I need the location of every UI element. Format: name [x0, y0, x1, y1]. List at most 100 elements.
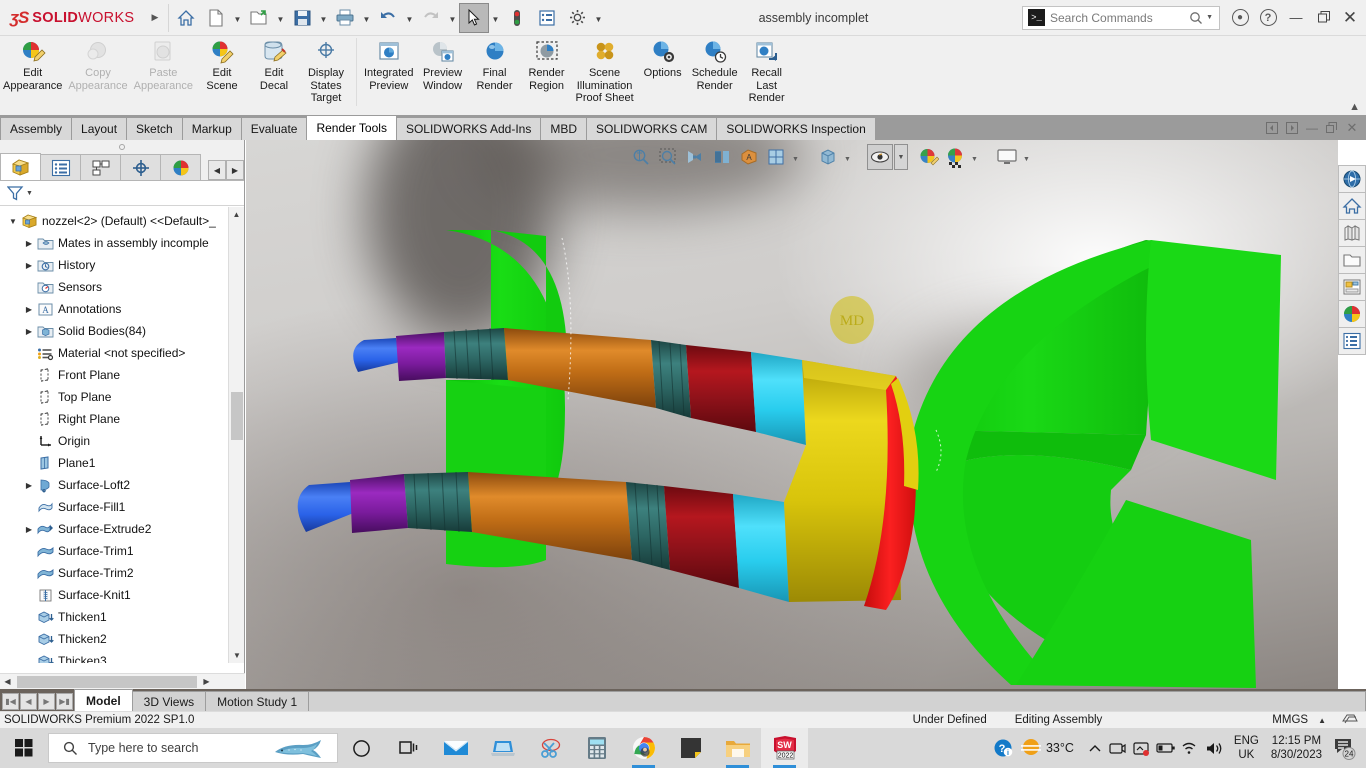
tree-expand-arrow-icon[interactable]: ▶: [22, 239, 36, 248]
ribbon-copy-appearance[interactable]: Copy Appearance: [65, 36, 130, 92]
nozzle-assembly-model[interactable]: MD: [246, 140, 1338, 689]
select-arrow-icon[interactable]: [459, 2, 489, 33]
ribbon-integrated-preview[interactable]: Integrated Preview: [361, 36, 417, 92]
sticky-notes-icon[interactable]: [667, 728, 714, 768]
feature-tree-row[interactable]: Top Plane: [0, 386, 228, 408]
zoom-to-fit-icon[interactable]: [628, 144, 654, 170]
new-document-caret-icon[interactable]: ▼: [231, 3, 244, 33]
overlay-icon[interactable]: [1342, 712, 1358, 729]
ribbon-paste-appearance[interactable]: Paste Appearance: [131, 36, 196, 92]
apply-scene-caret-icon[interactable]: ▼: [969, 144, 980, 170]
tab-dimxpert-manager[interactable]: [120, 154, 161, 180]
tree-hscroll-thumb[interactable]: [17, 675, 197, 688]
hide-show-eye-icon[interactable]: [867, 144, 893, 170]
monitor-caret-icon[interactable]: ▼: [1021, 144, 1032, 170]
tab-solidworks-inspection[interactable]: SOLIDWORKS Inspection: [716, 117, 876, 140]
tab-feature-manager[interactable]: [0, 153, 41, 180]
zoom-to-area-icon[interactable]: [655, 144, 681, 170]
scroll-left-arrow-icon[interactable]: ◀: [0, 677, 15, 686]
solidworks-logo[interactable]: ʒS SOLID WORKS: [0, 0, 144, 36]
save-icon[interactable]: [287, 3, 317, 33]
section-view-icon[interactable]: [709, 144, 735, 170]
help-icon[interactable]: ?: [1254, 0, 1282, 36]
tab-render-tools[interactable]: Render Tools: [306, 115, 397, 140]
feature-tree-row[interactable]: Surface-Knit1: [0, 584, 228, 606]
camera-icon[interactable]: [1106, 728, 1130, 768]
task-view-icon[interactable]: [385, 728, 432, 768]
ribbon-display-states-target[interactable]: Display States Target: [300, 36, 352, 105]
next-doc-icon[interactable]: [1282, 117, 1302, 139]
panel-tab-scroll-right[interactable]: ▶: [226, 160, 244, 180]
account-icon[interactable]: ●: [1226, 0, 1254, 36]
action-center-icon[interactable]: 24: [1328, 728, 1362, 768]
feature-tree-row[interactable]: ▶ Surface-Extrude2: [0, 518, 228, 540]
monitor-icon[interactable]: [994, 144, 1020, 170]
open-document-caret-icon[interactable]: ▼: [274, 3, 287, 33]
tab-property-manager[interactable]: [40, 154, 81, 180]
tree-collapse-arrow-icon[interactable]: ▼: [6, 217, 20, 226]
new-document-icon[interactable]: [201, 3, 231, 33]
folder-icon[interactable]: [714, 728, 761, 768]
tab-solidworks-cam[interactable]: SOLIDWORKS CAM: [586, 117, 718, 140]
last-icon[interactable]: ▶▮: [56, 692, 73, 710]
solidworks-2022-icon[interactable]: SW 2022: [761, 728, 808, 768]
doc-restore-icon[interactable]: [1322, 117, 1342, 139]
panel-tab-scroll-left[interactable]: ◀: [208, 160, 226, 180]
feature-tree-row[interactable]: Surface-Trim1: [0, 540, 228, 562]
ribbon-final-render[interactable]: Final Render: [469, 36, 521, 92]
feature-tree-row[interactable]: ▶ A Annotations: [0, 298, 228, 320]
units-caret-icon[interactable]: ▲: [1318, 716, 1326, 725]
search-commands-box[interactable]: >_ Search Commands ▼: [1022, 5, 1220, 30]
menu-expand-arrow-icon[interactable]: ▶: [144, 0, 166, 36]
scroll-down-arrow-icon[interactable]: ▼: [229, 648, 245, 663]
search-magnifier-icon[interactable]: [1189, 11, 1203, 25]
tree-expand-arrow-icon[interactable]: ▶: [22, 481, 36, 490]
view-setting-cube-icon[interactable]: [815, 144, 841, 170]
status-units[interactable]: MMGS: [1272, 714, 1308, 726]
custom-properties-icon[interactable]: [1338, 327, 1366, 355]
remote-desktop-icon[interactable]: [479, 728, 526, 768]
apply-scene-icon[interactable]: [942, 144, 968, 170]
tree-vertical-scrollbar[interactable]: ▲ ▼: [228, 207, 244, 663]
chrome-icon[interactable]: [620, 728, 667, 768]
tab-configuration-manager[interactable]: [80, 154, 121, 180]
first-icon[interactable]: ▮◀: [2, 692, 19, 710]
previous-icon[interactable]: ◀: [20, 692, 37, 710]
save-caret-icon[interactable]: ▼: [317, 3, 330, 33]
feature-tree-row[interactable]: ▶ Mates in assembly incomple: [0, 232, 228, 254]
print-icon[interactable]: [330, 3, 360, 33]
previous-doc-icon[interactable]: [1262, 117, 1282, 139]
doc-minimize-icon[interactable]: —: [1302, 117, 1322, 139]
ribbon-edit-decal[interactable]: Edit Decal: [248, 36, 300, 92]
feature-tree-row[interactable]: Right Plane: [0, 408, 228, 430]
tab-display-manager[interactable]: [160, 154, 201, 180]
view-palette-icon[interactable]: [1338, 273, 1366, 301]
tab-markup[interactable]: Markup: [181, 117, 242, 140]
graphics-viewport[interactable]: MD A ▼ ▼ ▼ ▼ ▼: [246, 140, 1338, 689]
search-caret-icon[interactable]: ▼: [1206, 14, 1213, 21]
display-manager-icon[interactable]: [532, 3, 562, 33]
open-document-icon[interactable]: [244, 3, 274, 33]
redo-caret-icon[interactable]: ▼: [446, 3, 459, 33]
feature-tree-row[interactable]: Thicken2: [0, 628, 228, 650]
cortana-circle-icon[interactable]: [338, 728, 385, 768]
tree-expand-arrow-icon[interactable]: ▶: [22, 525, 36, 534]
tab-solidworks-add-ins[interactable]: SOLIDWORKS Add-Ins: [395, 117, 542, 140]
home-icon[interactable]: [171, 3, 201, 33]
appearances-scenes-sphere-icon[interactable]: [1338, 300, 1366, 328]
snipping-scissors-icon[interactable]: [526, 728, 573, 768]
rebuild-icon[interactable]: [502, 3, 532, 33]
feature-filter-row[interactable]: ▼: [0, 181, 244, 206]
feature-tree[interactable]: ▼ nozzel<2> (Default) <<Default>_ ▶ Mates i…: [0, 207, 228, 663]
tab-sketch[interactable]: Sketch: [126, 117, 183, 140]
model-tab-3d-views[interactable]: 3D Views: [131, 691, 207, 711]
tree-expand-arrow-icon[interactable]: ▶: [22, 305, 36, 314]
scroll-up-arrow-icon[interactable]: ▲: [229, 207, 244, 222]
hide-show-caret-icon[interactable]: ▼: [894, 144, 908, 170]
panel-grip-handle[interactable]: [0, 140, 244, 154]
tab-evaluate[interactable]: Evaluate: [240, 117, 308, 140]
feature-tree-row[interactable]: Plane1: [0, 452, 228, 474]
display-style-icon[interactable]: [763, 144, 789, 170]
tree-expand-arrow-icon[interactable]: ▶: [22, 261, 36, 270]
language-indicator[interactable]: ENG UK: [1228, 734, 1265, 762]
